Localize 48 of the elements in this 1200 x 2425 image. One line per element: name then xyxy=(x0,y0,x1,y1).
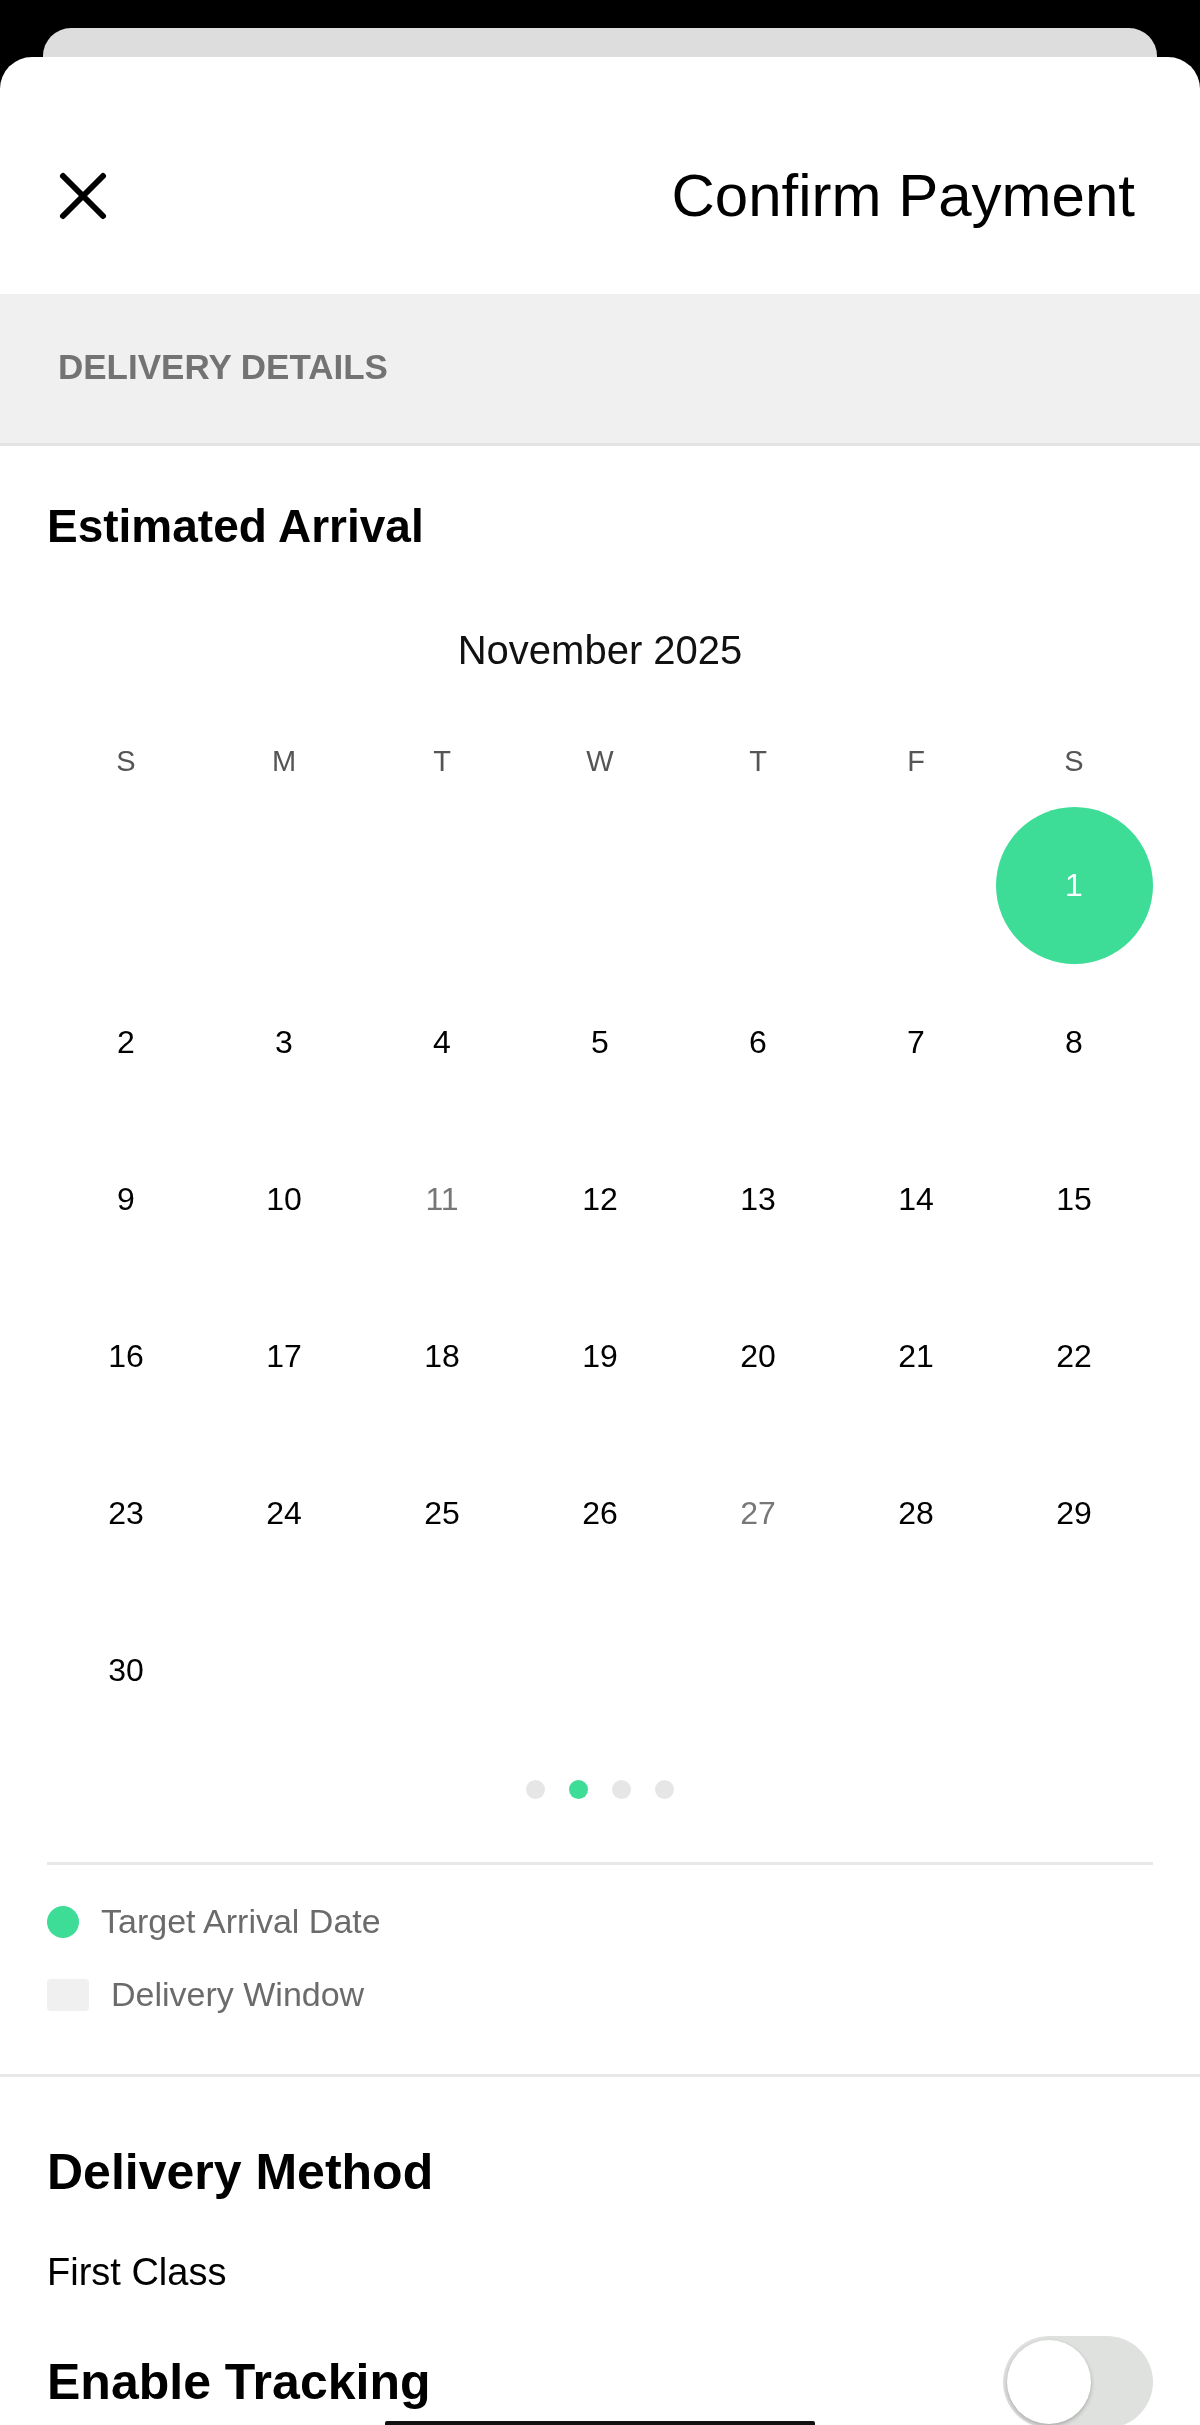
calendar-day[interactable]: 18 xyxy=(363,1278,521,1435)
calendar-day[interactable]: 29 xyxy=(995,1435,1153,1592)
page-dot[interactable] xyxy=(569,1779,588,1799)
weekday-label: S xyxy=(1064,744,1084,778)
calendar-day[interactable]: 25 xyxy=(363,1435,521,1592)
calendar-day[interactable]: 3 xyxy=(205,964,363,1121)
calendar-day[interactable]: 6 xyxy=(679,964,837,1121)
weekday-label: M xyxy=(271,744,297,778)
calendar-day[interactable]: 19 xyxy=(521,1278,679,1435)
calendar-day[interactable]: 28 xyxy=(837,1435,995,1592)
calendar-day[interactable]: 17 xyxy=(205,1278,363,1435)
page-dot[interactable] xyxy=(526,1779,545,1799)
section-heading: Delivery Method xyxy=(47,2143,434,2201)
section-label: DELIVERY DETAILS xyxy=(58,346,388,387)
calendar-day[interactable]: 5 xyxy=(521,964,679,1121)
calendar-day[interactable]: 20 xyxy=(679,1278,837,1435)
calendar-day[interactable]: 21 xyxy=(837,1278,995,1435)
calendar-day[interactable]: 4 xyxy=(363,964,521,1121)
month-label: November 2025 xyxy=(457,627,743,674)
calendar-day[interactable]: 9 xyxy=(47,1121,205,1278)
page-dot[interactable] xyxy=(655,1779,674,1799)
calendar-day[interactable]: 10 xyxy=(205,1121,363,1278)
calendar-day[interactable]: 2 xyxy=(47,964,205,1121)
calendar-day[interactable]: 15 xyxy=(995,1121,1153,1278)
calendar-day[interactable]: 7 xyxy=(837,964,995,1121)
calendar-day[interactable]: 22 xyxy=(995,1278,1153,1435)
calendar-day[interactable]: 16 xyxy=(47,1278,205,1435)
close-icon[interactable] xyxy=(58,170,108,221)
calendar-day[interactable]: 30 xyxy=(47,1592,205,1749)
setting-label: Enable Tracking xyxy=(47,2353,431,2411)
calendar-day[interactable]: 8 xyxy=(995,964,1153,1121)
delivery-method-value: First Class xyxy=(47,2251,227,2294)
calendar-day[interactable]: 24 xyxy=(205,1435,363,1592)
screen-title: Confirm Payment xyxy=(671,161,1135,230)
calendar-day[interactable]: 13 xyxy=(679,1121,837,1278)
weekday-label: T xyxy=(433,744,451,778)
calendar-day[interactable]: 14 xyxy=(837,1121,995,1278)
legend-label: Delivery Window xyxy=(111,1975,365,2014)
legend-label: Target Arrival Date xyxy=(101,1902,381,1941)
calendar-day[interactable]: 12 xyxy=(521,1121,679,1278)
weekday-label: F xyxy=(907,744,925,778)
weekday-label: S xyxy=(116,744,136,778)
weekday-label: T xyxy=(749,744,767,778)
calendar-day[interactable]: 26 xyxy=(521,1435,679,1592)
section-heading: Estimated Arrival xyxy=(47,499,424,554)
weekday-label: W xyxy=(586,744,614,778)
page-dot[interactable] xyxy=(612,1779,631,1799)
calendar-day[interactable]: 23 xyxy=(47,1435,205,1592)
